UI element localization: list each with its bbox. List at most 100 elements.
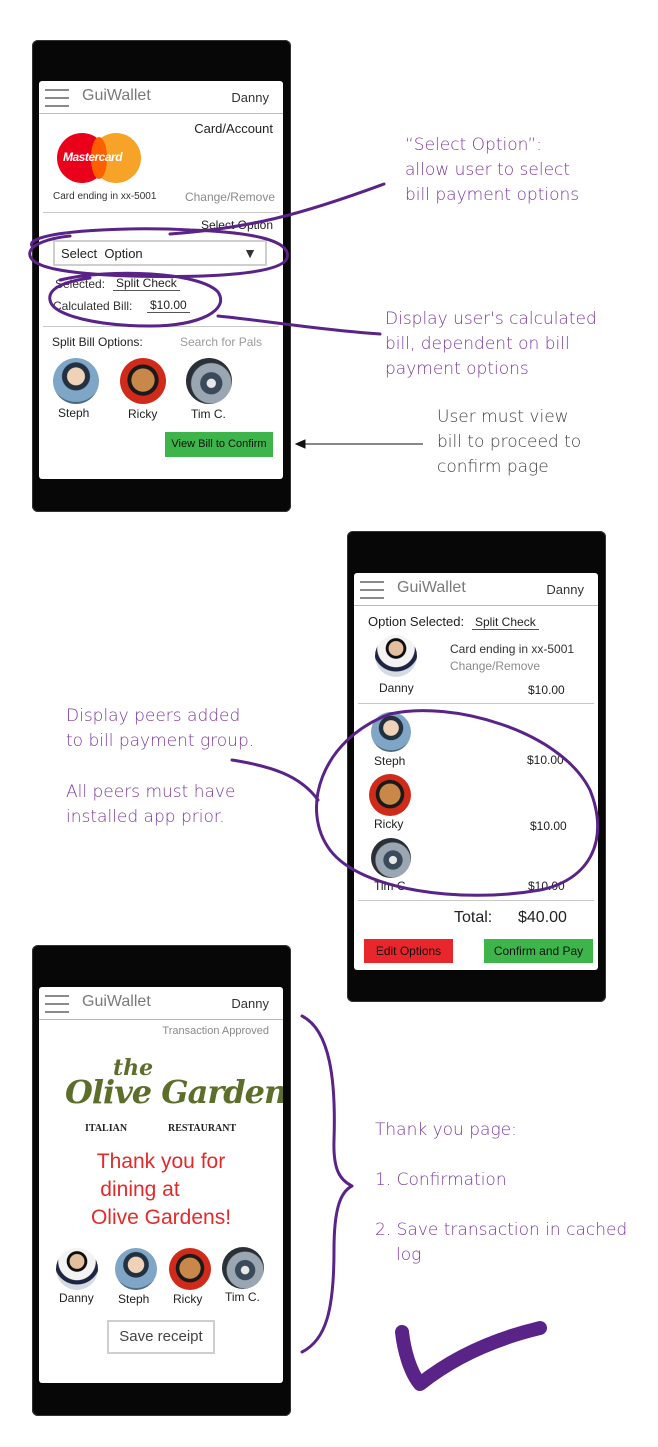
total-value: $40.00: [518, 909, 567, 926]
divider: [358, 900, 594, 901]
note-line: log: [396, 1245, 422, 1265]
note-line: Display user's calculated: [385, 309, 597, 329]
note-line: payment options: [385, 359, 529, 379]
peer-name: Tim C.: [374, 879, 409, 893]
user-name[interactable]: Danny: [231, 996, 269, 1011]
owner-amount: $10.00: [528, 683, 565, 697]
avatar-ricky: [369, 774, 411, 816]
person-name: Tim C.: [225, 1290, 260, 1304]
annotation-bracket: [300, 1014, 354, 1354]
avatar-danny: [56, 1248, 98, 1290]
arrow-left-icon: [294, 439, 423, 449]
note-line: All peers must have: [66, 782, 236, 802]
avatar-danny: [375, 635, 417, 677]
person-name: Ricky: [173, 1292, 203, 1306]
selected-label: Selected:: [55, 277, 106, 291]
user-name[interactable]: Danny: [546, 582, 584, 597]
note-line: Display peers added: [66, 706, 241, 726]
owner-card-ending: Card ending in xx-5001: [450, 642, 575, 656]
logo-name: Olive Garden: [65, 1073, 283, 1111]
owner-name: Danny: [379, 681, 414, 695]
peer-amount: $10.00: [528, 879, 565, 893]
dropdown-caret-icon: ▼: [243, 245, 257, 261]
transaction-status: Transaction Approved: [162, 1025, 269, 1037]
selected-value: Split Check: [113, 276, 180, 291]
mastercard-logo-icon: Mastercard: [57, 133, 143, 183]
logo-italian: ITALIAN: [85, 1123, 128, 1134]
note-line: installed app prior.: [66, 807, 225, 827]
divider: [43, 212, 279, 213]
note-line: bill to proceed to: [437, 432, 582, 452]
olive-garden-logo: the Olive Garden ITALIAN RESTAURANT: [63, 1055, 283, 1137]
peer-amount: $10.00: [530, 819, 567, 833]
option-selected-value: Split Check: [472, 615, 539, 630]
note-line: confirm page: [437, 457, 549, 477]
logo-restaurant: RESTAURANT: [168, 1123, 237, 1134]
edit-options-button[interactable]: Edit Options: [364, 939, 453, 963]
note-line: allow user to select: [405, 160, 571, 180]
person-name: Danny: [59, 1291, 94, 1305]
avatar-tim: [371, 838, 411, 878]
calculated-bill-label: Calculated Bill:: [53, 299, 133, 313]
app-brand: GuiWallet: [82, 87, 151, 104]
app-brand: GuiWallet: [82, 993, 151, 1010]
note-line: 2. Save transaction in cached: [375, 1220, 628, 1240]
change-remove-link[interactable]: Change/Remove: [185, 190, 275, 204]
thank-you-line: Olive Gardens!: [90, 1206, 232, 1229]
note-line: 1. Confirmation: [375, 1170, 507, 1190]
divider: [43, 326, 279, 327]
avatar-steph[interactable]: [53, 358, 99, 404]
dropdown-value: Select Option: [61, 246, 143, 261]
hamburger-menu-icon[interactable]: [45, 995, 69, 1013]
peer-name: Ricky: [374, 817, 404, 831]
hamburger-menu-icon[interactable]: [360, 581, 384, 599]
save-receipt-label: Save receipt: [119, 1328, 203, 1345]
view-bill-button[interactable]: View Bill to Confirm: [165, 432, 273, 457]
avatar-tim[interactable]: [186, 358, 232, 404]
note-peers-installed: All peers must have installed app prior.: [66, 780, 235, 830]
note-thank-you: Thank you page: 1. Confirmation 2. Save …: [375, 1118, 627, 1268]
app-brand: GuiWallet: [397, 579, 466, 596]
note-calculated-bill: Display user's calculated bill, dependen…: [385, 307, 597, 382]
thank-you-line: dining at: [100, 1178, 180, 1201]
option-selected-label: Option Selected:: [368, 614, 465, 629]
person-name: Steph: [118, 1292, 150, 1306]
annotation-line-peers: [230, 758, 320, 802]
search-pals-input[interactable]: Search for Pals: [180, 335, 262, 349]
note-view-bill: User must view bill to proceed to confir…: [437, 405, 581, 480]
owner-change-link[interactable]: Change/Remove: [450, 659, 540, 673]
note-line: User must view: [437, 407, 569, 427]
note-peers: Display peers added to bill payment grou…: [66, 704, 254, 754]
user-name[interactable]: Danny: [231, 90, 269, 105]
peer-name: Steph: [374, 754, 406, 768]
screen-confirm: GuiWallet Danny Option Selected: Split C…: [354, 573, 598, 970]
pal-name: Tim C.: [191, 407, 226, 421]
split-bill-title: Split Bill Options:: [52, 335, 143, 349]
app-header: GuiWallet Danny: [354, 573, 598, 606]
thank-you-message: Thank you for dining at Olive Gardens!: [39, 1148, 283, 1232]
card-ending: Card ending in xx-5001: [53, 191, 157, 202]
checkmark-icon: [395, 1321, 547, 1391]
avatar-tim: [222, 1247, 264, 1289]
note-line: “Select Option”:: [405, 135, 542, 155]
note-select-option: “Select Option”: allow user to select bi…: [405, 133, 579, 208]
divider: [358, 703, 594, 704]
note-line: Thank you page:: [375, 1120, 517, 1140]
peer-amount: $10.00: [527, 753, 564, 767]
avatar-steph: [115, 1248, 157, 1290]
card-account-title: Card/Account: [194, 121, 273, 136]
total-label: Total:: [454, 909, 493, 926]
calculated-bill-value: $10.00: [147, 298, 190, 313]
note-line: bill payment options: [405, 185, 580, 205]
avatar-ricky: [169, 1248, 211, 1290]
note-line: bill, dependent on bill: [385, 334, 570, 354]
mastercard-wordmark: Mastercard: [63, 150, 123, 164]
save-receipt-button[interactable]: Save receipt: [107, 1320, 215, 1354]
pal-name: Ricky: [128, 407, 158, 421]
select-option-dropdown[interactable]: Select Option ▼: [53, 240, 267, 266]
thank-you-line: Thank you for: [96, 1150, 226, 1173]
avatar-ricky[interactable]: [120, 358, 166, 404]
confirm-and-pay-button[interactable]: Confirm and Pay: [484, 939, 593, 963]
app-header: GuiWallet Danny: [39, 81, 283, 114]
hamburger-menu-icon[interactable]: [45, 89, 69, 107]
